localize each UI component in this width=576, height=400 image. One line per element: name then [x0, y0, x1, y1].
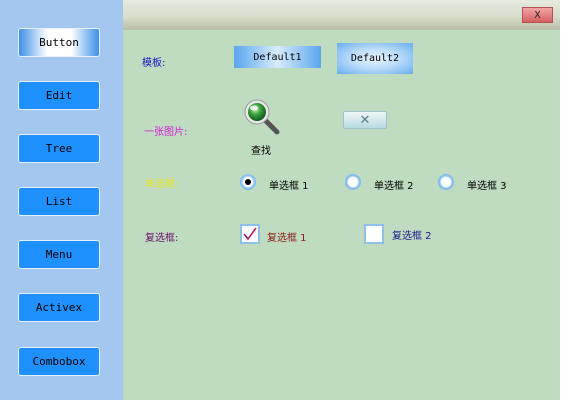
- checkbox-2[interactable]: [364, 224, 384, 244]
- template-label: 模板:: [142, 58, 166, 69]
- radio-3-label: 单选框 3: [467, 181, 507, 192]
- radio-3[interactable]: [438, 174, 454, 190]
- main-panel: X 模板: Default1 Default2 一张图片: 查找 ✕ 单选框: …: [123, 0, 560, 400]
- nav-button-combobox[interactable]: Combobox: [18, 347, 100, 376]
- title-bar: X: [123, 0, 560, 30]
- default2-button[interactable]: Default2: [337, 43, 413, 74]
- default1-button[interactable]: Default1: [234, 46, 321, 68]
- checkbox-label: 复选框:: [145, 233, 179, 244]
- radio-1-label: 单选框 1: [269, 181, 309, 192]
- nav-button-activex[interactable]: Activex: [18, 293, 100, 322]
- close-icon: ✕: [359, 112, 371, 128]
- checkbox-1[interactable]: [240, 224, 260, 244]
- search-label: 查找: [251, 146, 271, 157]
- close-button[interactable]: X: [522, 7, 553, 23]
- sidebar: Button Edit Tree List Menu Activex Combo…: [0, 0, 123, 400]
- radio-label: 单选框:: [145, 179, 179, 190]
- nav-button-menu[interactable]: Menu: [18, 240, 100, 269]
- radio-1[interactable]: [240, 174, 256, 190]
- image-close-button[interactable]: ✕: [343, 111, 387, 129]
- checkbox-1-label: 复选框 1: [267, 233, 307, 244]
- image-label: 一张图片:: [144, 127, 188, 138]
- nav-button-tree[interactable]: Tree: [18, 134, 100, 163]
- window-edge: [560, 0, 576, 400]
- checkmark-icon: [243, 227, 257, 241]
- checkbox-2-label: 复选框 2: [392, 231, 432, 242]
- radio-dot-icon: [245, 179, 251, 185]
- nav-button-list[interactable]: List: [18, 187, 100, 216]
- radio-2[interactable]: [345, 174, 361, 190]
- radio-2-label: 单选框 2: [374, 181, 414, 192]
- nav-button-button[interactable]: Button: [18, 28, 100, 57]
- nav-button-edit[interactable]: Edit: [18, 81, 100, 110]
- search-icon[interactable]: [243, 98, 281, 136]
